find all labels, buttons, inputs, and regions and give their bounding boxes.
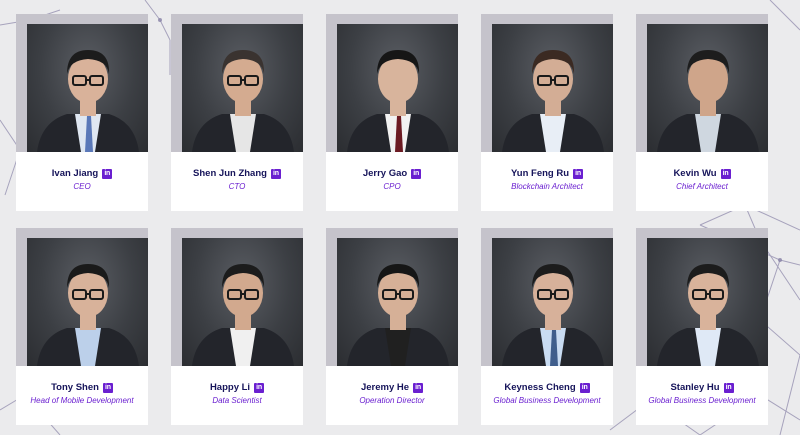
- team-member-card: Stanley Hu in Global Business Developmen…: [636, 228, 768, 425]
- member-info: Stanley Hu in Global Business Developmen…: [636, 366, 768, 425]
- member-info: Jerry Gao in CPO: [326, 152, 458, 211]
- member-info: Happy Li in Data Scientist: [171, 366, 303, 425]
- member-role: Chief Architect: [676, 182, 728, 191]
- member-name-row: Jerry Gao in: [326, 168, 458, 179]
- member-info: Keyness Cheng in Global Business Develop…: [481, 366, 613, 425]
- member-role: Blockchain Architect: [511, 182, 583, 191]
- member-info: Yun Feng Ru in Blockchain Architect: [481, 152, 613, 211]
- member-role: Head of Mobile Development: [30, 396, 134, 405]
- team-member-card: Ivan Jiang in CEO: [16, 14, 148, 211]
- member-photo: [337, 24, 458, 152]
- member-name: Keyness Cheng: [504, 382, 576, 393]
- member-name: Shen Jun Zhang: [193, 168, 267, 179]
- member-name: Tony Shen: [51, 382, 99, 393]
- member-info: Tony Shen in Head of Mobile Development: [16, 366, 148, 425]
- member-role: Global Business Development: [648, 396, 756, 405]
- member-role: CTO: [228, 182, 246, 191]
- member-name-row: Ivan Jiang in: [16, 168, 148, 179]
- linkedin-icon[interactable]: in: [411, 168, 422, 179]
- member-name-row: Keyness Cheng in: [481, 382, 613, 393]
- member-name: Jeremy He: [360, 382, 410, 393]
- member-photo: [182, 24, 303, 152]
- member-photo: [492, 24, 613, 152]
- member-photo: [27, 24, 148, 152]
- member-name: Yun Feng Ru: [510, 168, 570, 179]
- member-name: Kevin Wu: [673, 168, 717, 179]
- member-info: Ivan Jiang in CEO: [16, 152, 148, 211]
- member-photo: [647, 238, 768, 366]
- member-photo: [492, 238, 613, 366]
- member-name: Jerry Gao: [362, 168, 408, 179]
- member-photo: [647, 24, 768, 152]
- team-member-card: Happy Li in Data Scientist: [171, 228, 303, 425]
- linkedin-icon[interactable]: in: [579, 382, 590, 393]
- linkedin-icon[interactable]: in: [270, 168, 281, 179]
- member-name-row: Kevin Wu in: [636, 168, 768, 179]
- member-name-row: Tony Shen in: [16, 382, 148, 393]
- linkedin-icon[interactable]: in: [573, 168, 584, 179]
- member-role: CPO: [383, 182, 401, 191]
- linkedin-icon[interactable]: in: [102, 382, 113, 393]
- member-info: Kevin Wu in Chief Architect: [636, 152, 768, 211]
- team-member-card: Jeremy He in Operation Director: [326, 228, 458, 425]
- linkedin-icon[interactable]: in: [102, 168, 113, 179]
- team-member-card: Tony Shen in Head of Mobile Development: [16, 228, 148, 425]
- member-name-row: Jeremy He in: [326, 382, 458, 393]
- member-role: CEO: [73, 182, 91, 191]
- member-name: Stanley Hu: [670, 382, 720, 393]
- member-name: Ivan Jiang: [51, 168, 99, 179]
- member-info: Shen Jun Zhang in CTO: [171, 152, 303, 211]
- linkedin-icon[interactable]: in: [720, 168, 731, 179]
- member-name-row: Stanley Hu in: [636, 382, 768, 393]
- member-role: Data Scientist: [212, 396, 262, 405]
- team-member-card: Kevin Wu in Chief Architect: [636, 14, 768, 211]
- team-member-card: Jerry Gao in CPO: [326, 14, 458, 211]
- member-photo: [337, 238, 458, 366]
- member-photo: [182, 238, 303, 366]
- member-name-row: Yun Feng Ru in: [481, 168, 613, 179]
- team-member-card: Yun Feng Ru in Blockchain Architect: [481, 14, 613, 211]
- member-name-row: Shen Jun Zhang in: [171, 168, 303, 179]
- member-name: Happy Li: [209, 382, 251, 393]
- member-role: Operation Director: [359, 396, 425, 405]
- team-member-card: Shen Jun Zhang in CTO: [171, 14, 303, 211]
- member-photo: [27, 238, 148, 366]
- member-name-row: Happy Li in: [171, 382, 303, 393]
- linkedin-icon[interactable]: in: [413, 382, 424, 393]
- member-role: Global Business Development: [493, 396, 601, 405]
- member-info: Jeremy He in Operation Director: [326, 366, 458, 425]
- linkedin-icon[interactable]: in: [723, 382, 734, 393]
- linkedin-icon[interactable]: in: [254, 382, 265, 393]
- team-member-card: Keyness Cheng in Global Business Develop…: [481, 228, 613, 425]
